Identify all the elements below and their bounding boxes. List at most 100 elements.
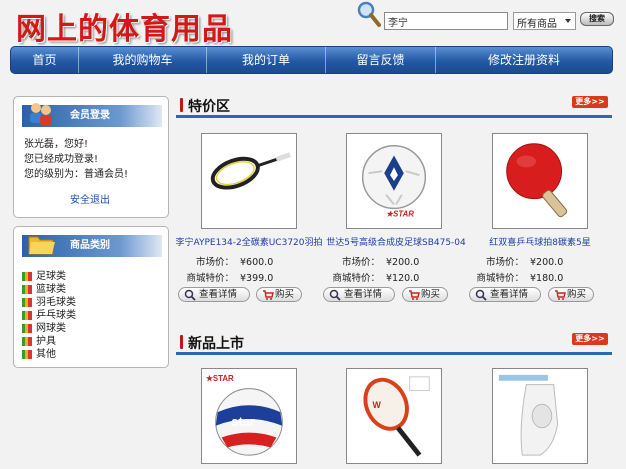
market-price: ¥200.0 — [530, 257, 564, 268]
category-title-text: 商品类别 — [70, 240, 110, 251]
category-label: 护具 — [36, 336, 56, 347]
market-price-label: 市场价： — [485, 257, 524, 268]
product-image-racket[interactable] — [201, 133, 297, 229]
football-image: ★STAR — [361, 145, 427, 218]
chevron-down-icon — [565, 19, 571, 23]
category-title: 商品类别 — [22, 235, 162, 257]
market-price-label: 市场价： — [195, 257, 234, 268]
product-name-link[interactable]: 李宁AYPE134-2全碳素UC3720羽拍 — [171, 235, 327, 248]
folder-icon — [28, 236, 55, 255]
login-success: 您已经成功登录! — [24, 154, 99, 165]
sale-price: ¥120.0 — [386, 273, 420, 284]
product-image-football[interactable]: ★STAR — [346, 133, 442, 229]
nav-profile[interactable]: 修改注册资料 — [436, 47, 612, 73]
view-details-label: 查看详情 — [199, 289, 238, 300]
site-logo: 网上的体育用品 — [16, 12, 233, 47]
category-protective[interactable]: 护具 — [22, 335, 56, 348]
category-label: 乒乓球类 — [36, 310, 76, 321]
svg-text:★STAR: ★STAR — [386, 209, 414, 218]
product-image-tennis-racket[interactable]: W — [346, 368, 442, 464]
login-greeting: 张光磊，您好! — [24, 139, 89, 150]
category-panel: 商品类别 足球类 篮球类 羽毛球类 乒乓球类 网球类 护具 其他 — [13, 226, 169, 368]
buy-label: 购买 — [275, 289, 295, 300]
cart-icon — [555, 290, 566, 300]
svg-text:W: W — [372, 400, 381, 410]
tennis-racket-image: W — [363, 376, 430, 457]
view-details-label: 查看详情 — [490, 289, 529, 300]
category-football[interactable]: 足球类 — [22, 270, 66, 283]
category-label: 篮球类 — [36, 284, 66, 295]
view-details-label: 查看详情 — [344, 289, 383, 300]
new-more-button[interactable]: 更多>> — [572, 333, 608, 345]
category-label: 足球类 — [36, 271, 66, 282]
buy-button[interactable]: 购买 — [256, 287, 302, 302]
market-price-row: 市场价： ¥200.0 — [328, 254, 438, 268]
market-price-row: 市场价： ¥600.0 — [182, 254, 292, 268]
svg-text:star: star — [231, 414, 254, 429]
logout-link[interactable]: 安全退出 — [70, 191, 110, 206]
new-arrivals-title: 新品上市 — [188, 336, 244, 352]
category-bullet-icon — [22, 272, 32, 281]
special-title: 特价区 — [188, 99, 230, 115]
knee-pad-image — [498, 374, 559, 456]
category-select[interactable]: 所有商品 — [513, 12, 576, 30]
category-tennis[interactable]: 网球类 — [22, 322, 66, 335]
buy-label: 购买 — [421, 289, 441, 300]
volleyball-image: ★STAR star — [206, 374, 283, 456]
category-bullet-icon — [22, 285, 32, 294]
cart-icon — [409, 290, 420, 300]
search-input[interactable] — [384, 12, 508, 30]
section-marker — [180, 98, 183, 112]
market-price: ¥600.0 — [240, 257, 274, 268]
sale-price-label: 商城特价： — [186, 273, 234, 284]
buy-button[interactable]: 购买 — [548, 287, 594, 302]
market-price-label: 市场价： — [341, 257, 380, 268]
sale-price-row: 商城特价： ¥180.0 — [472, 270, 582, 284]
login-title: 会员登录 — [22, 103, 162, 127]
login-panel: 会员登录 张光磊，您好! 您已经成功登录! 您的级别为：普通会员! 安全退出 — [13, 96, 169, 218]
category-bullet-icon — [22, 298, 32, 307]
new-section-header: 新品上市 更多>> — [176, 329, 612, 355]
sale-price-row: 商城特价： ¥399.0 — [182, 270, 292, 284]
market-price: ¥200.0 — [386, 257, 420, 268]
pingpong-paddle-image — [506, 143, 568, 218]
nav-cart[interactable]: 我的购物车 — [79, 47, 207, 73]
category-bullet-icon — [22, 311, 32, 320]
login-title-text: 会员登录 — [70, 110, 110, 121]
product-image-paddle[interactable] — [492, 133, 588, 229]
category-bullet-icon — [22, 324, 32, 333]
badminton-racket-image — [210, 152, 291, 190]
members-icon — [30, 103, 52, 125]
svg-text:★STAR: ★STAR — [206, 374, 234, 383]
main-nav: 首页 我的购物车 我的订单 留言反馈 修改注册资料 — [10, 46, 613, 74]
login-status: 张光磊，您好! 您已经成功登录! 您的级别为：普通会员! — [24, 137, 128, 182]
category-label: 网球类 — [36, 323, 66, 334]
nav-orders[interactable]: 我的订单 — [207, 47, 326, 73]
cart-icon — [263, 290, 274, 300]
category-other[interactable]: 其他 — [22, 348, 56, 361]
product-name-link[interactable]: 世达5号高级合成皮足球SB475-04 — [318, 235, 474, 248]
category-pingpong[interactable]: 乒乓球类 — [22, 309, 76, 322]
category-basketball[interactable]: 篮球类 — [22, 283, 66, 296]
product-image-volleyball[interactable]: ★STAR star — [201, 368, 297, 464]
category-label: 羽毛球类 — [36, 297, 76, 308]
category-badminton[interactable]: 羽毛球类 — [22, 296, 76, 309]
view-details-button[interactable]: 查看详情 — [178, 287, 250, 302]
sale-price-label: 商城特价： — [476, 273, 524, 284]
special-section-header: 特价区 更多>> — [176, 92, 612, 118]
nav-home[interactable]: 首页 — [11, 47, 79, 73]
category-label: 其他 — [36, 349, 56, 360]
category-bullet-icon — [22, 350, 32, 359]
product-image-knee-pad[interactable] — [492, 368, 588, 464]
view-details-button[interactable]: 查看详情 — [323, 287, 395, 302]
buy-button[interactable]: 购买 — [402, 287, 448, 302]
sale-price: ¥399.0 — [240, 273, 274, 284]
search-button[interactable]: 搜索 — [580, 12, 614, 26]
special-more-button[interactable]: 更多>> — [572, 96, 608, 108]
login-level: 您的级别为：普通会员! — [24, 169, 129, 180]
nav-feedback[interactable]: 留言反馈 — [326, 47, 436, 73]
product-name-link[interactable]: 红双喜乒乓球拍8碳素5星 — [462, 235, 618, 248]
sale-price-row: 商城特价： ¥120.0 — [328, 270, 438, 284]
view-details-button[interactable]: 查看详情 — [469, 287, 541, 302]
section-marker — [180, 335, 183, 349]
